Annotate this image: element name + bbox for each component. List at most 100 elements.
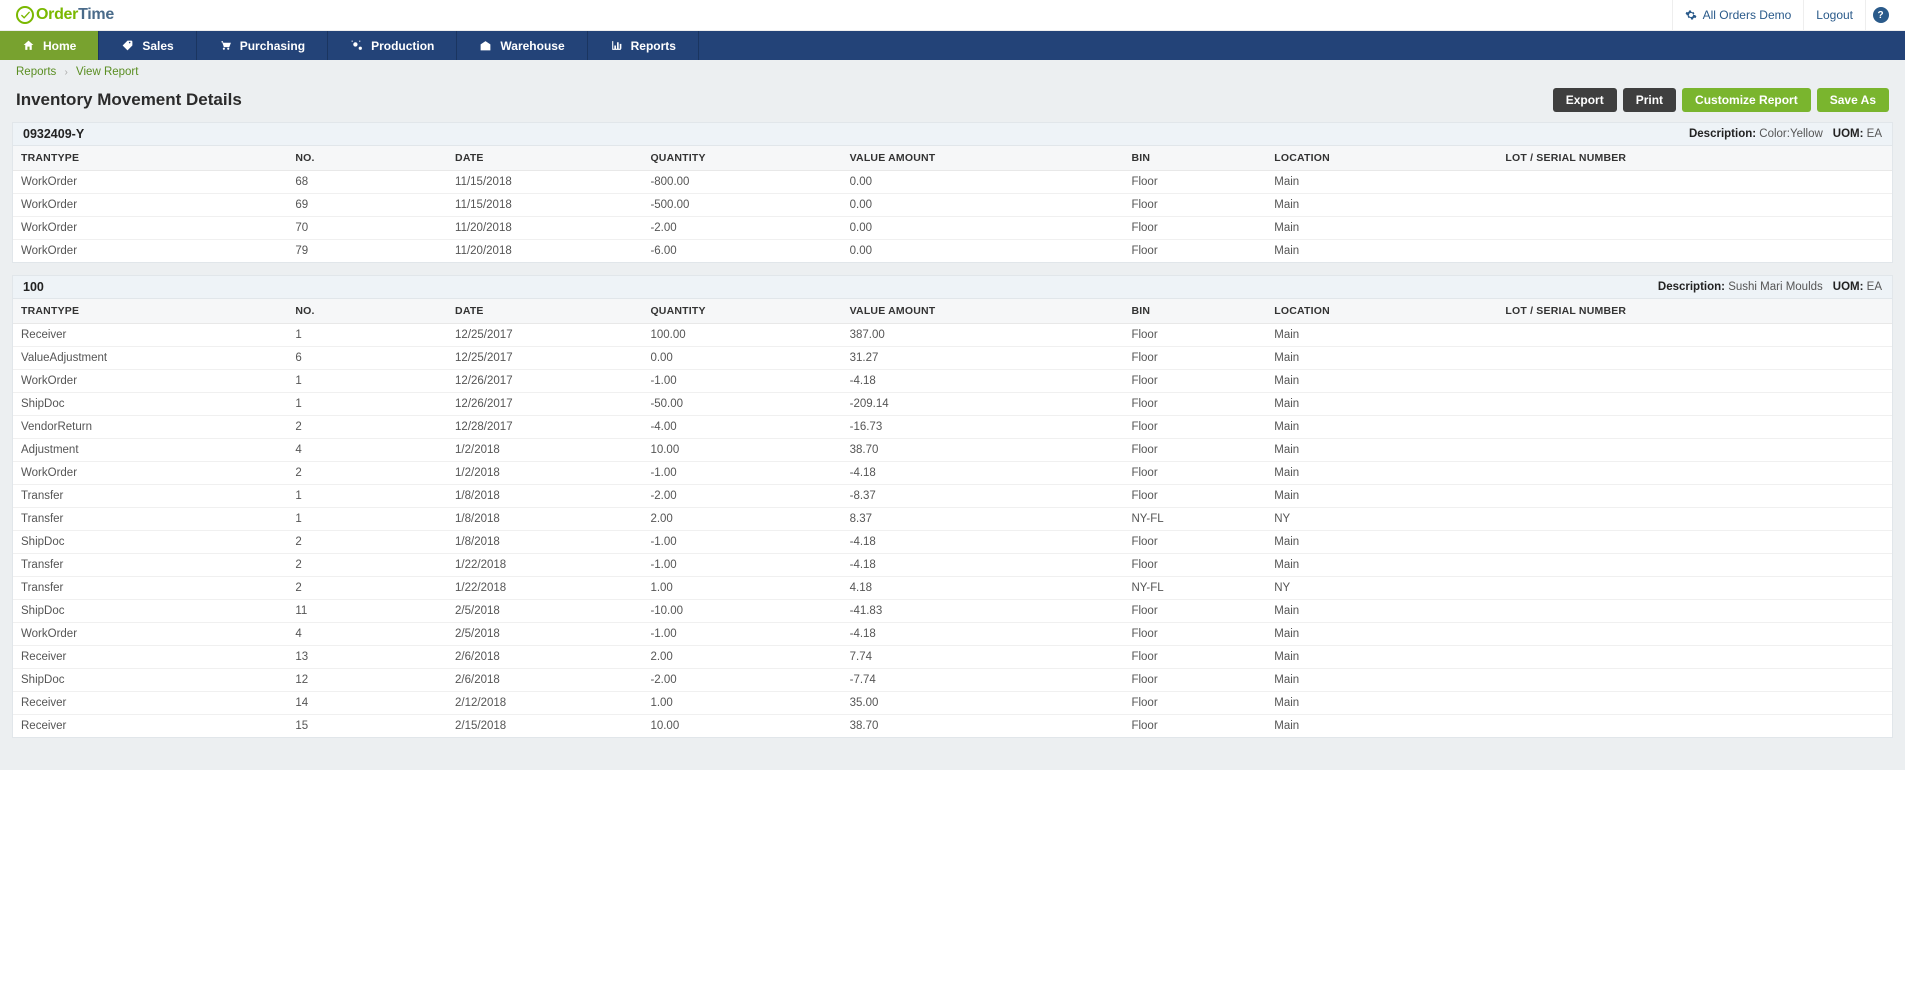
- cell-bin: Floor: [1123, 485, 1266, 508]
- col-no[interactable]: NO.: [287, 146, 447, 171]
- table-row[interactable]: Transfer11/8/2018-2.00-8.37FloorMain: [13, 485, 1892, 508]
- col-qty[interactable]: QUANTITY: [642, 146, 841, 171]
- brand-text: OrderTime: [36, 6, 114, 24]
- cell-qty: -10.00: [642, 600, 841, 623]
- save-as-button[interactable]: Save As: [1817, 88, 1889, 112]
- col-no[interactable]: NO.: [287, 299, 447, 324]
- nav-sales[interactable]: Sales: [99, 31, 196, 60]
- table-row[interactable]: ShipDoc112/26/2017-50.00-209.14FloorMain: [13, 393, 1892, 416]
- export-button[interactable]: Export: [1553, 88, 1617, 112]
- col-lot[interactable]: LOT / SERIAL NUMBER: [1497, 299, 1892, 324]
- cell-lot: [1497, 600, 1892, 623]
- brand-logo[interactable]: OrderTime: [16, 6, 114, 24]
- col-qty[interactable]: QUANTITY: [642, 299, 841, 324]
- cell-value: 8.37: [842, 508, 1124, 531]
- cell-no: 69: [287, 194, 447, 217]
- top-right-controls: All Orders Demo Logout ?: [1672, 0, 1895, 30]
- cell-lot: [1497, 240, 1892, 263]
- print-button[interactable]: Print: [1623, 88, 1676, 112]
- cell-qty: -1.00: [642, 462, 841, 485]
- table-row[interactable]: Adjustment41/2/201810.0038.70FloorMain: [13, 439, 1892, 462]
- col-location[interactable]: LOCATION: [1266, 299, 1497, 324]
- cell-value: 31.27: [842, 347, 1124, 370]
- nav-home[interactable]: Home: [0, 31, 99, 60]
- cell-trantype: ValueAdjustment: [13, 347, 287, 370]
- col-trantype[interactable]: TRANTYPE: [13, 146, 287, 171]
- demo-company-button[interactable]: All Orders Demo: [1672, 0, 1804, 30]
- cell-qty: 2.00: [642, 508, 841, 531]
- col-bin[interactable]: BIN: [1123, 299, 1266, 324]
- table-row[interactable]: VendorReturn212/28/2017-4.00-16.73FloorM…: [13, 416, 1892, 439]
- table-row[interactable]: ShipDoc21/8/2018-1.00-4.18FloorMain: [13, 531, 1892, 554]
- nav-warehouse[interactable]: Warehouse: [457, 31, 587, 60]
- cell-lot: [1497, 370, 1892, 393]
- table-row[interactable]: WorkOrder7911/20/2018-6.000.00FloorMain: [13, 240, 1892, 263]
- nav-production[interactable]: Production: [328, 31, 457, 60]
- breadcrumb: Reports › View Report: [0, 60, 1905, 84]
- table-row[interactable]: WorkOrder42/5/2018-1.00-4.18FloorMain: [13, 623, 1892, 646]
- cell-value: 387.00: [842, 324, 1124, 347]
- breadcrumb-root[interactable]: Reports: [16, 66, 56, 78]
- col-date[interactable]: DATE: [447, 299, 642, 324]
- cell-lot: [1497, 439, 1892, 462]
- table-row[interactable]: Transfer21/22/2018-1.00-4.18FloorMain: [13, 554, 1892, 577]
- section-meta: Description: Color:YellowUOM: EA: [1689, 128, 1882, 140]
- cell-location: Main: [1266, 171, 1497, 194]
- table-row[interactable]: ValueAdjustment612/25/20170.0031.27Floor…: [13, 347, 1892, 370]
- cell-value: -4.18: [842, 531, 1124, 554]
- table-row[interactable]: Receiver132/6/20182.007.74FloorMain: [13, 646, 1892, 669]
- cell-location: Main: [1266, 531, 1497, 554]
- table-row[interactable]: Transfer11/8/20182.008.37NY-FLNY: [13, 508, 1892, 531]
- cell-lot: [1497, 171, 1892, 194]
- customize-button[interactable]: Customize Report: [1682, 88, 1811, 112]
- col-value[interactable]: VALUE AMOUNT: [842, 299, 1124, 324]
- cell-trantype: Adjustment: [13, 439, 287, 462]
- help-button[interactable]: ?: [1865, 0, 1895, 30]
- table-row[interactable]: WorkOrder6911/15/2018-500.000.00FloorMai…: [13, 194, 1892, 217]
- table-row[interactable]: WorkOrder21/2/2018-1.00-4.18FloorMain: [13, 462, 1892, 485]
- col-bin[interactable]: BIN: [1123, 146, 1266, 171]
- cell-value: -4.18: [842, 623, 1124, 646]
- cell-location: Main: [1266, 692, 1497, 715]
- nav-warehouse-label: Warehouse: [500, 39, 564, 53]
- report-table: TRANTYPENO.DATEQUANTITYVALUE AMOUNTBINLO…: [13, 299, 1892, 737]
- table-row[interactable]: WorkOrder112/26/2017-1.00-4.18FloorMain: [13, 370, 1892, 393]
- cell-location: Main: [1266, 217, 1497, 240]
- table-row[interactable]: WorkOrder7011/20/2018-2.000.00FloorMain: [13, 217, 1892, 240]
- cell-value: 0.00: [842, 171, 1124, 194]
- cell-no: 68: [287, 171, 447, 194]
- chart-icon: [610, 39, 623, 52]
- col-trantype[interactable]: TRANTYPE: [13, 299, 287, 324]
- cell-lot: [1497, 416, 1892, 439]
- cell-date: 2/6/2018: [447, 669, 642, 692]
- nav-home-label: Home: [43, 39, 76, 53]
- cell-location: Main: [1266, 623, 1497, 646]
- cell-lot: [1497, 692, 1892, 715]
- table-row[interactable]: Receiver152/15/201810.0038.70FloorMain: [13, 715, 1892, 738]
- table-row[interactable]: ShipDoc112/5/2018-10.00-41.83FloorMain: [13, 600, 1892, 623]
- col-location[interactable]: LOCATION: [1266, 146, 1497, 171]
- table-row[interactable]: Receiver112/25/2017100.00387.00FloorMain: [13, 324, 1892, 347]
- table-row[interactable]: ShipDoc122/6/2018-2.00-7.74FloorMain: [13, 669, 1892, 692]
- table-row[interactable]: WorkOrder6811/15/2018-800.000.00FloorMai…: [13, 171, 1892, 194]
- nav-reports[interactable]: Reports: [588, 31, 699, 60]
- cell-lot: [1497, 194, 1892, 217]
- col-lot[interactable]: LOT / SERIAL NUMBER: [1497, 146, 1892, 171]
- cell-bin: NY-FL: [1123, 508, 1266, 531]
- table-row[interactable]: Receiver142/12/20181.0035.00FloorMain: [13, 692, 1892, 715]
- cell-bin: Floor: [1123, 347, 1266, 370]
- cell-lot: [1497, 347, 1892, 370]
- cell-qty: -2.00: [642, 669, 841, 692]
- logout-button[interactable]: Logout: [1803, 0, 1865, 30]
- table-row[interactable]: Transfer21/22/20181.004.18NY-FLNY: [13, 577, 1892, 600]
- breadcrumb-current[interactable]: View Report: [76, 66, 138, 78]
- page-action-buttons: Export Print Customize Report Save As: [1553, 88, 1889, 112]
- cell-lot: [1497, 669, 1892, 692]
- col-date[interactable]: DATE: [447, 146, 642, 171]
- cell-trantype: Receiver: [13, 715, 287, 738]
- section-uom: EA: [1867, 281, 1882, 293]
- cell-bin: Floor: [1123, 531, 1266, 554]
- cell-location: NY: [1266, 508, 1497, 531]
- col-value[interactable]: VALUE AMOUNT: [842, 146, 1124, 171]
- nav-purchasing[interactable]: Purchasing: [197, 31, 328, 60]
